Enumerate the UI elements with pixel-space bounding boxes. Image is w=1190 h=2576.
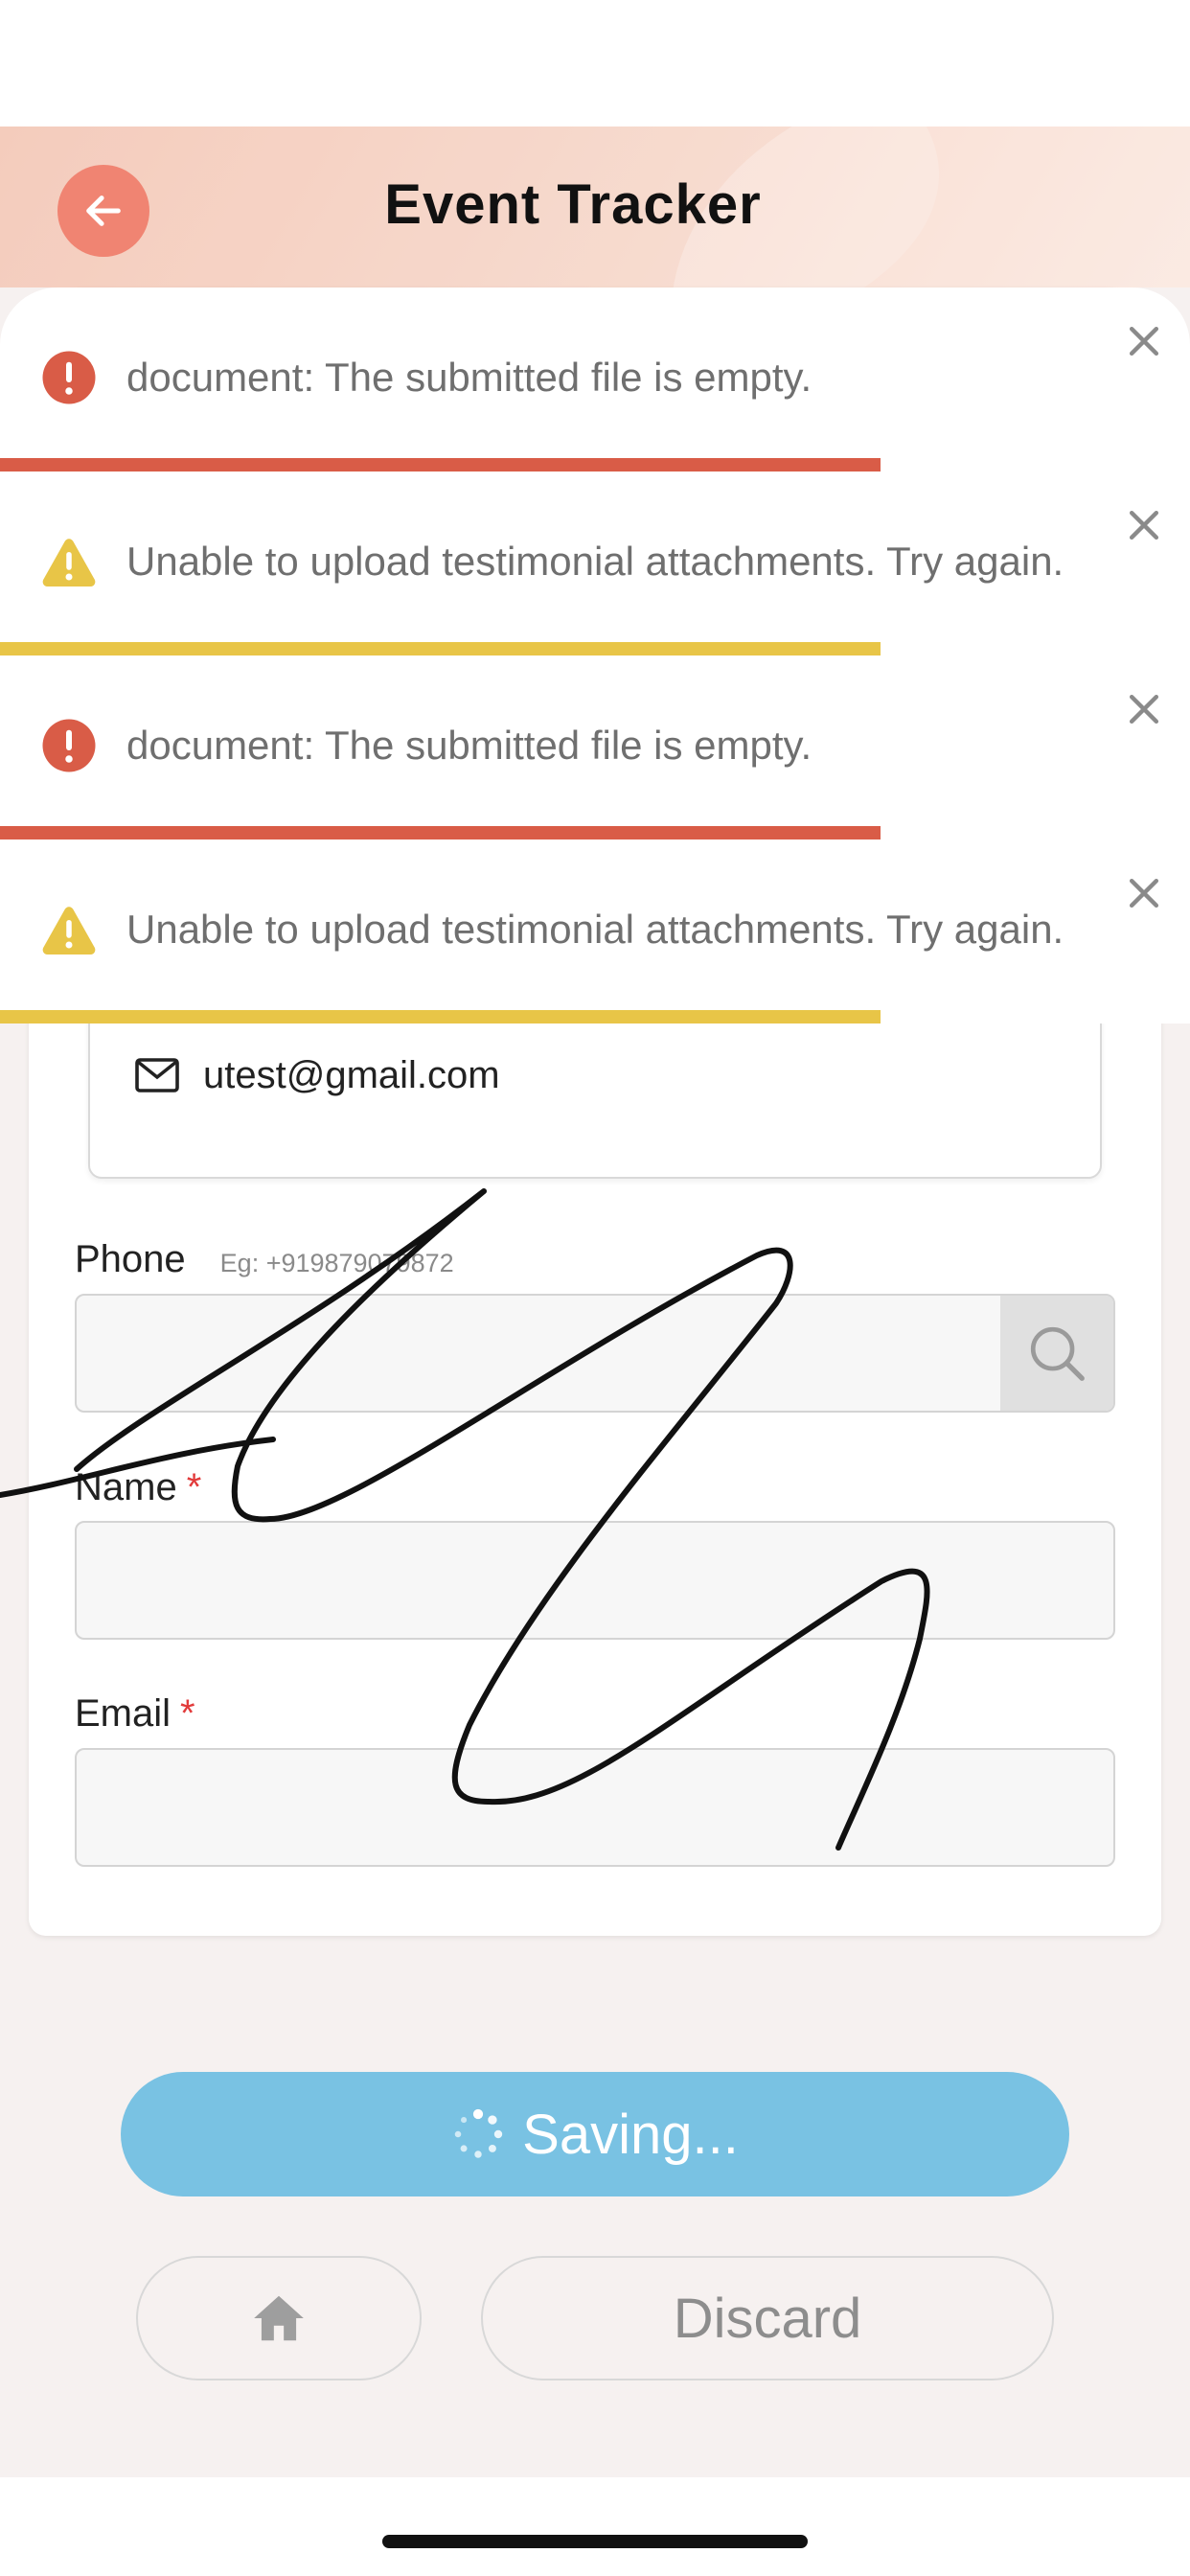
contact-email-row: utest@gmail.com <box>134 1049 500 1101</box>
search-icon <box>1030 1326 1085 1381</box>
name-label: Name <box>75 1466 177 1508</box>
close-icon[interactable] <box>1123 504 1165 546</box>
contact-email: utest@gmail.com <box>203 1053 500 1096</box>
toast-message: document: The submitted file is empty. <box>126 723 812 768</box>
phone-input[interactable] <box>75 1294 1115 1413</box>
discard-button[interactable]: Discard <box>481 2256 1054 2380</box>
phone-label: Phone <box>75 1238 186 1280</box>
toast-progress-bar <box>0 642 881 656</box>
toast-progress-bar <box>0 458 881 472</box>
toast-message: Unable to upload testimonial attachments… <box>126 539 1064 584</box>
discard-label: Discard <box>673 2287 862 2350</box>
email-label: Email <box>75 1692 172 1735</box>
home-button[interactable] <box>136 2256 422 2380</box>
close-icon[interactable] <box>1123 872 1165 914</box>
name-input[interactable] <box>75 1521 1115 1640</box>
required-mark: * <box>180 1692 195 1735</box>
close-icon[interactable] <box>1123 688 1165 730</box>
phone-hint: Eg: +919879079872 <box>219 1249 454 1277</box>
close-icon[interactable] <box>1123 320 1165 362</box>
spinner-icon <box>454 2108 503 2158</box>
home-icon <box>254 2295 304 2341</box>
error-circle-icon <box>42 719 96 772</box>
save-button[interactable]: Saving... <box>121 2072 1069 2196</box>
toast-message: document: The submitted file is empty. <box>126 355 812 400</box>
toast-notification: document: The submitted file is empty. <box>0 656 1190 840</box>
email-label-row: Email * <box>75 1692 195 1736</box>
save-label: Saving... <box>522 2103 739 2166</box>
name-label-row: Name * <box>75 1466 201 1509</box>
warning-triangle-icon <box>42 539 96 586</box>
mail-icon <box>135 1058 179 1092</box>
bottom-safe-area <box>0 2477 1190 2576</box>
required-mark: * <box>186 1466 202 1508</box>
error-circle-icon <box>42 351 96 404</box>
toast-message: Unable to upload testimonial attachments… <box>126 907 1064 952</box>
phone-label-row: Phone Eg: +919879079872 <box>75 1238 454 1281</box>
toast-notification: Unable to upload testimonial attachments… <box>0 840 1190 1024</box>
home-indicator[interactable] <box>382 2535 808 2548</box>
phone-search-button[interactable] <box>1000 1296 1113 1411</box>
warning-triangle-icon <box>42 907 96 954</box>
page-title: Event Tracker <box>384 173 762 236</box>
toast-progress-bar <box>0 826 881 840</box>
toast-notification: document: The submitted file is empty. <box>0 288 1190 472</box>
toast-notification: Unable to upload testimonial attachments… <box>0 472 1190 656</box>
email-input[interactable] <box>75 1748 1115 1867</box>
toast-progress-bar <box>0 1010 881 1024</box>
